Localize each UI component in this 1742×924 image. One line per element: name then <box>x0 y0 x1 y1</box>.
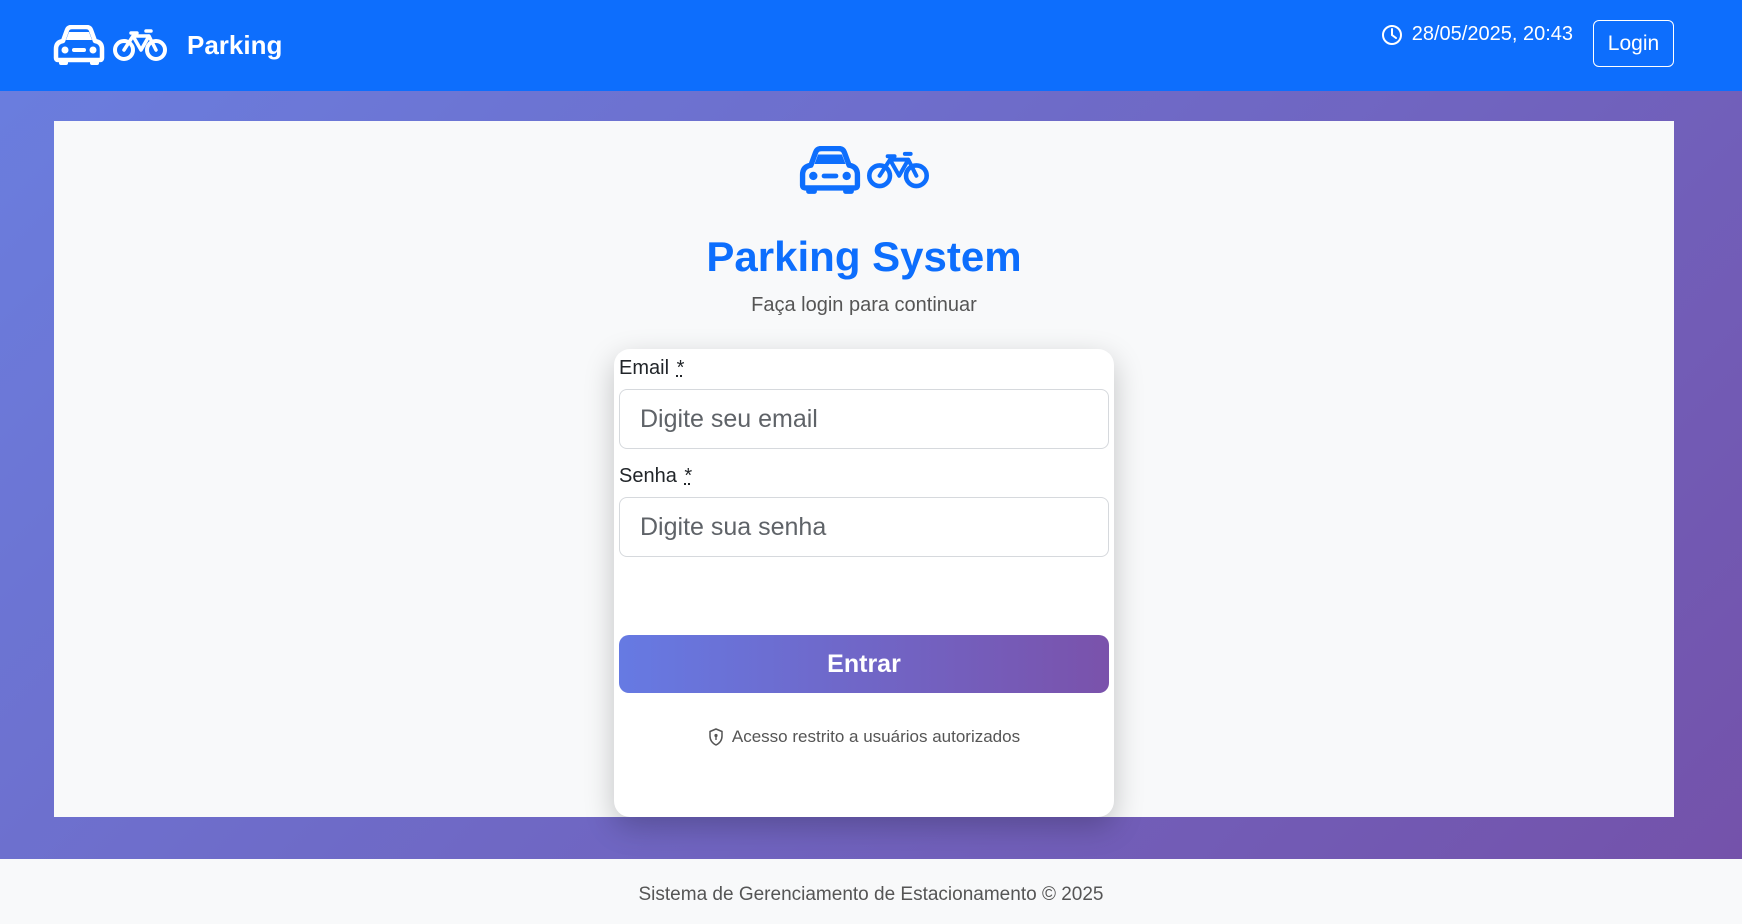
brand-icons <box>53 25 167 65</box>
password-required-mark: * <box>684 465 693 487</box>
shield-icon <box>709 728 723 746</box>
email-required-mark: * <box>676 357 685 379</box>
datetime-display: 28/05/2025, 20:43 <box>1381 23 1573 46</box>
email-label: Email * <box>619 357 684 380</box>
submit-button[interactable]: Entrar <box>619 635 1109 693</box>
bicycle-icon <box>867 151 929 189</box>
datetime-text: 28/05/2025, 20:43 <box>1411 23 1573 45</box>
brand[interactable]: Parking <box>53 25 282 65</box>
footer-text: Sistema de Gerenciamento de Estacionamen… <box>638 884 1104 905</box>
hero-icons <box>54 146 1674 194</box>
access-notice: Acesso restrito a usuários autorizados <box>614 727 1114 747</box>
password-field[interactable] <box>619 497 1109 557</box>
footer: Sistema de Gerenciamento de Estacionamen… <box>0 859 1742 924</box>
car-icon <box>799 146 861 194</box>
car-icon <box>53 25 105 65</box>
brand-name: Parking <box>187 29 283 60</box>
navbar-right: 28/05/2025, 20:43 Login <box>1381 20 1674 67</box>
login-button[interactable]: Login <box>1593 20 1674 67</box>
login-form: Email * Senha * Entrar Acesso restrito a… <box>614 349 1114 817</box>
password-label-text: Senha <box>619 465 677 487</box>
top-navbar: Parking 28/05/2025, 20:43 Login <box>0 0 1742 91</box>
bicycle-icon <box>113 29 167 61</box>
page-title: Parking System <box>706 233 1022 280</box>
password-label: Senha * <box>619 465 692 488</box>
email-label-text: Email <box>619 357 670 379</box>
main-content: Parking System Faça login para continuar… <box>54 121 1674 817</box>
clock-icon <box>1381 24 1402 45</box>
access-notice-text: Acesso restrito a usuários autorizados <box>731 727 1021 746</box>
page-subtitle: Faça login para continuar <box>751 294 977 316</box>
email-field[interactable] <box>619 389 1109 449</box>
